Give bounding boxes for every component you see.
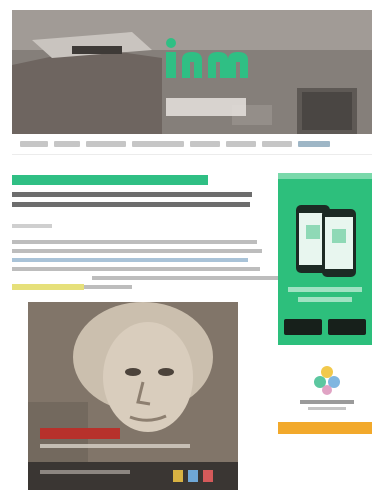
nav-item-3[interactable] — [86, 141, 126, 147]
nav-item-5[interactable] — [190, 141, 220, 147]
body-line — [92, 276, 292, 280]
site-logo[interactable] — [162, 32, 252, 127]
sidebar-cta-button[interactable] — [278, 422, 372, 434]
google-play-button[interactable] — [328, 319, 366, 335]
main-nav — [20, 137, 365, 151]
body-line — [12, 267, 260, 271]
partner-logo[interactable] — [292, 362, 362, 414]
header-banner — [12, 10, 372, 134]
image-subcaption — [40, 444, 190, 448]
sidebar-app-ad[interactable] — [278, 173, 372, 345]
partner-logo-icon — [300, 366, 354, 410]
ad-top-stripe — [278, 173, 372, 179]
body-line — [12, 240, 257, 244]
app-store-button[interactable] — [284, 319, 322, 335]
page — [0, 0, 378, 494]
article-headline[interactable] — [12, 192, 262, 212]
nav-item-4[interactable] — [132, 141, 184, 147]
phone-mockup — [288, 205, 362, 302]
nav-item-6[interactable] — [226, 141, 256, 147]
nav-item-8[interactable] — [298, 141, 330, 147]
nav-divider — [12, 154, 372, 155]
headline-line — [12, 202, 250, 207]
image-footer-bar — [28, 462, 238, 490]
nav-item-2[interactable] — [54, 141, 80, 147]
headline-line — [12, 192, 252, 197]
body-link-line[interactable] — [12, 258, 248, 262]
nav-item-7[interactable] — [262, 141, 292, 147]
article-byline — [12, 224, 52, 228]
category-tag[interactable] — [12, 175, 208, 185]
body-line — [12, 249, 262, 253]
highlighted-text — [12, 284, 84, 290]
nav-item-1[interactable] — [20, 141, 48, 147]
image-caption — [40, 428, 120, 439]
footer-icons — [40, 470, 213, 482]
